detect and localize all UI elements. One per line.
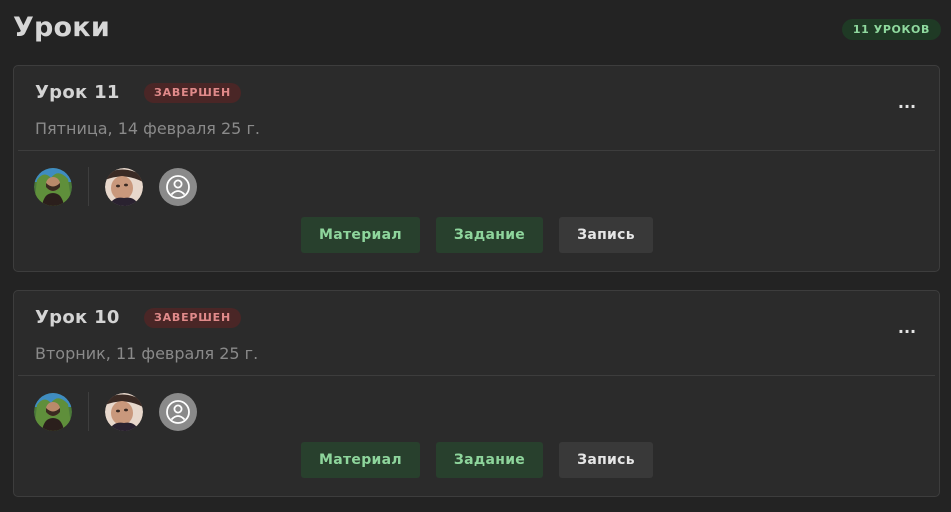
teacher-photo-icon [34,393,72,431]
avatar-separator [88,392,89,431]
student-avatar[interactable] [105,393,143,431]
status-badge: ЗАВЕРШЕН [144,83,241,103]
lesson-title: Урок 11 [35,82,120,103]
lessons-page: Уроки 11 УРОКОВ Урок 11 ЗАВЕРШЕН Пятница… [0,0,951,512]
task-button[interactable]: Задание [436,442,543,478]
avatar-separator [88,167,89,206]
material-button[interactable]: Материал [301,217,420,253]
lesson-date: Пятница, 14 февраля 25 г. [35,119,260,138]
page-header: Уроки 11 УРОКОВ [13,12,941,48]
student-photo-icon [105,393,143,431]
task-button[interactable]: Задание [436,217,543,253]
page-title: Уроки [13,12,110,43]
teacher-avatar[interactable] [34,393,72,431]
lesson-card: Урок 10 ЗАВЕРШЕН Вторник, 11 февраля 25 … [13,290,940,497]
user-icon [166,400,190,424]
record-button[interactable]: Запись [559,442,653,478]
student-photo-icon [105,168,143,206]
record-button[interactable]: Запись [559,217,653,253]
user-placeholder-avatar[interactable] [159,393,197,431]
more-options-button[interactable]: ... [897,95,917,117]
teacher-photo-icon [34,168,72,206]
lesson-date: Вторник, 11 февраля 25 г. [35,344,259,363]
student-avatar[interactable] [105,168,143,206]
lesson-title: Урок 10 [35,307,120,328]
user-placeholder-avatar[interactable] [159,168,197,206]
material-button[interactable]: Материал [301,442,420,478]
lesson-card: Урок 11 ЗАВЕРШЕН Пятница, 14 февраля 25 … [13,65,940,272]
teacher-avatar[interactable] [34,168,72,206]
status-badge: ЗАВЕРШЕН [144,308,241,328]
divider [18,375,935,376]
more-options-button[interactable]: ... [897,320,917,342]
divider [18,150,935,151]
lessons-count-badge: 11 УРОКОВ [841,19,941,40]
user-icon [166,175,190,199]
